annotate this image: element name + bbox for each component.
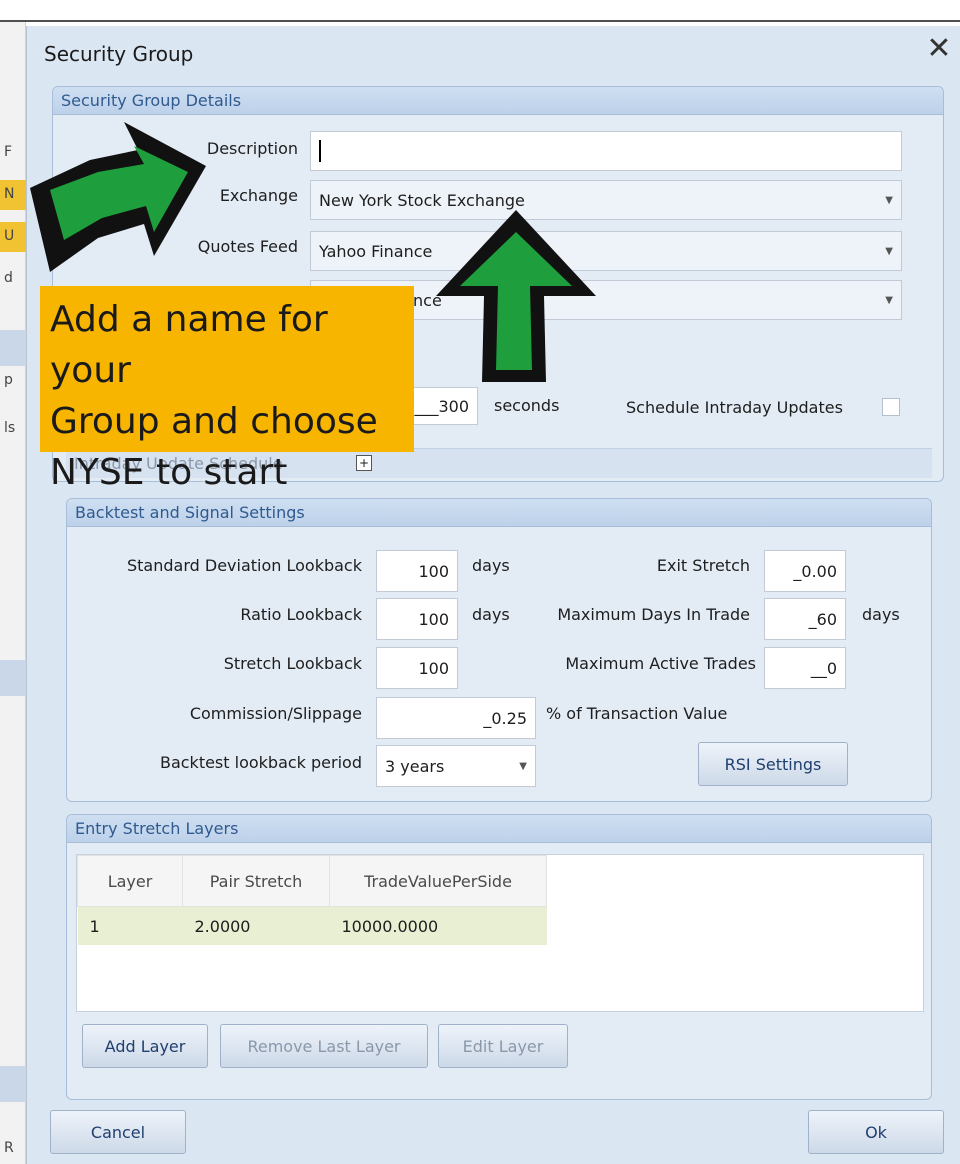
exit-stretch-label: Exit Stretch	[656, 556, 750, 575]
callout-line: Add a name for your	[50, 299, 328, 391]
ratio-lookback-label: Ratio Lookback	[240, 605, 362, 624]
quotes-feed-value: Yahoo Finance	[319, 241, 433, 261]
background-highlight	[0, 1066, 26, 1102]
background-text-fragment: N	[4, 186, 15, 202]
max-active-trades-value: __0	[810, 658, 837, 678]
description-input[interactable]	[310, 131, 902, 171]
column-header-trade-value[interactable]: TradeValuePerSide	[329, 855, 547, 907]
annotation-arrow-right	[30, 122, 206, 272]
background-text-fragment: R	[4, 1140, 14, 1156]
std-dev-lookback-input[interactable]: 100	[376, 550, 458, 592]
exchange-dropdown[interactable]: New York Stock Exchange ▼	[310, 180, 902, 220]
background-text-fragment: p	[4, 372, 13, 388]
table-header-row: Layer Pair Stretch TradeValuePerSide	[77, 855, 547, 907]
background-text-fragment: U	[4, 228, 15, 244]
table-row[interactable]: 1 2.0000 10000.0000	[77, 906, 547, 945]
commission-slippage-input[interactable]: _0.25	[376, 697, 536, 739]
section-header: Backtest and Signal Settings	[67, 499, 931, 527]
stretch-lookback-input[interactable]: 100	[376, 647, 458, 689]
dialog-title: Security Group	[44, 42, 194, 66]
chevron-down-icon: ▼	[885, 294, 893, 306]
close-icon[interactable]: ✕	[926, 34, 952, 64]
annotation-arrow-up	[436, 210, 596, 382]
days-label: days	[862, 605, 900, 624]
max-active-trades-label: Maximum Active Trades	[565, 654, 756, 673]
cancel-button[interactable]: Cancel	[50, 1110, 186, 1154]
backtest-period-value: 3 years	[385, 756, 445, 776]
background-highlight	[0, 660, 26, 696]
ok-button[interactable]: Ok	[808, 1110, 944, 1154]
column-header-pair-stretch[interactable]: Pair Stretch	[182, 855, 330, 907]
days-label: days	[472, 605, 510, 624]
background-highlight	[0, 330, 26, 366]
background-window-titlebar	[0, 0, 960, 22]
cell-trade-value: 10000.0000	[329, 906, 547, 945]
add-layer-button[interactable]: Add Layer	[82, 1024, 208, 1068]
ratio-lookback-value: 100	[418, 609, 449, 629]
backtest-period-dropdown[interactable]: 3 years ▼	[376, 745, 536, 787]
exit-stretch-value: _0.00	[793, 561, 837, 581]
update-interval-input[interactable]: ___300	[410, 387, 478, 425]
commission-slippage-label: Commission/Slippage	[189, 704, 362, 723]
exit-stretch-input[interactable]: _0.00	[764, 550, 846, 592]
cell-layer: 1	[77, 906, 183, 945]
background-text-fragment: d	[4, 270, 13, 286]
cell-pair-stretch: 2.0000	[182, 906, 330, 945]
background-text-fragment: F	[4, 144, 13, 160]
callout-line: Group and choose	[50, 401, 378, 442]
std-dev-lookback-value: 100	[418, 561, 449, 581]
chevron-down-icon: ▼	[519, 760, 527, 772]
rsi-settings-button[interactable]: RSI Settings	[698, 742, 848, 786]
update-interval-value: ___300	[414, 396, 469, 416]
max-days-in-trade-input[interactable]: _60	[764, 598, 846, 640]
remove-last-layer-button[interactable]: Remove Last Layer	[220, 1024, 428, 1068]
chevron-down-icon: ▼	[885, 245, 893, 257]
max-days-in-trade-label: Maximum Days In Trade	[557, 605, 750, 624]
quotes-feed-dropdown[interactable]: Yahoo Finance ▼	[310, 231, 902, 271]
stretch-lookback-value: 100	[418, 658, 449, 678]
schedule-intraday-checkbox[interactable]	[882, 398, 900, 416]
backtest-period-label: Backtest lookback period	[159, 753, 362, 772]
max-days-in-trade-value: _60	[808, 609, 837, 629]
days-label: days	[472, 556, 510, 575]
std-dev-lookback-label: Standard Deviation Lookback	[127, 556, 362, 575]
edit-layer-button[interactable]: Edit Layer	[438, 1024, 568, 1068]
chevron-down-icon: ▼	[885, 194, 893, 206]
max-active-trades-input[interactable]: __0	[764, 647, 846, 689]
section-header: Entry Stretch Layers	[67, 815, 931, 843]
schedule-intraday-label: Schedule Intraday Updates	[626, 398, 843, 417]
layers-table: Layer Pair Stretch TradeValuePerSide 1 2…	[77, 855, 547, 945]
column-header-layer[interactable]: Layer	[77, 855, 183, 907]
background-text-fragment: ls	[4, 420, 16, 436]
transaction-value-label: % of Transaction Value	[546, 704, 728, 723]
commission-slippage-value: _0.25	[483, 708, 527, 728]
seconds-label: seconds	[494, 396, 560, 415]
annotation-callout: Add a name for your Group and choose NYS…	[40, 286, 414, 493]
layers-grid: Layer Pair Stretch TradeValuePerSide 1 2…	[76, 854, 924, 1012]
text-cursor	[319, 140, 321, 162]
ratio-lookback-input[interactable]: 100	[376, 598, 458, 640]
stretch-lookback-label: Stretch Lookback	[223, 654, 362, 673]
callout-line: NYSE to start	[50, 452, 288, 493]
